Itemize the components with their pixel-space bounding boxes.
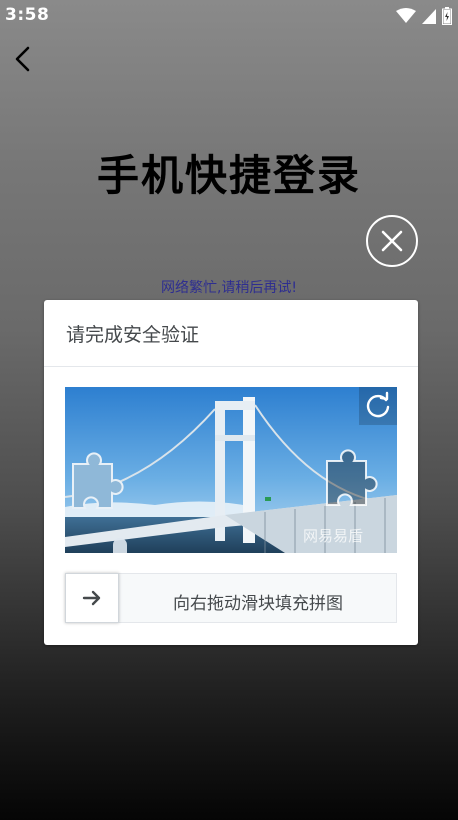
slider-handle[interactable]	[65, 573, 119, 623]
captcha-image: 网易易盾	[65, 387, 397, 553]
error-message: 网络繁忙,请稍后再试!	[160, 280, 298, 296]
captcha-title: 请完成安全验证	[66, 324, 200, 346]
refresh-icon	[366, 391, 390, 418]
close-button[interactable]	[366, 215, 418, 267]
captcha-header: 请完成安全验证	[44, 300, 418, 367]
captcha-dialog: 请完成安全验证 网易易盾 向右拖动滑块填充拼图	[44, 300, 418, 645]
status-icons	[396, 7, 452, 25]
refresh-button[interactable]	[359, 387, 397, 425]
signal-icon	[422, 9, 436, 24]
battery-icon	[442, 7, 452, 25]
wifi-icon	[396, 8, 416, 23]
captcha-slider[interactable]: 向右拖动滑块填充拼图	[65, 573, 397, 623]
status-time: 3:58	[5, 5, 50, 25]
arrow-right-icon	[82, 590, 101, 606]
page-title: 手机快捷登录	[96, 151, 361, 200]
close-icon	[381, 230, 403, 252]
status-bar: 3:58	[0, 0, 458, 32]
slider-hint: 向右拖动滑块填充拼图	[173, 594, 343, 614]
back-button[interactable]	[10, 44, 36, 74]
image-watermark: 网易易盾	[303, 527, 364, 545]
